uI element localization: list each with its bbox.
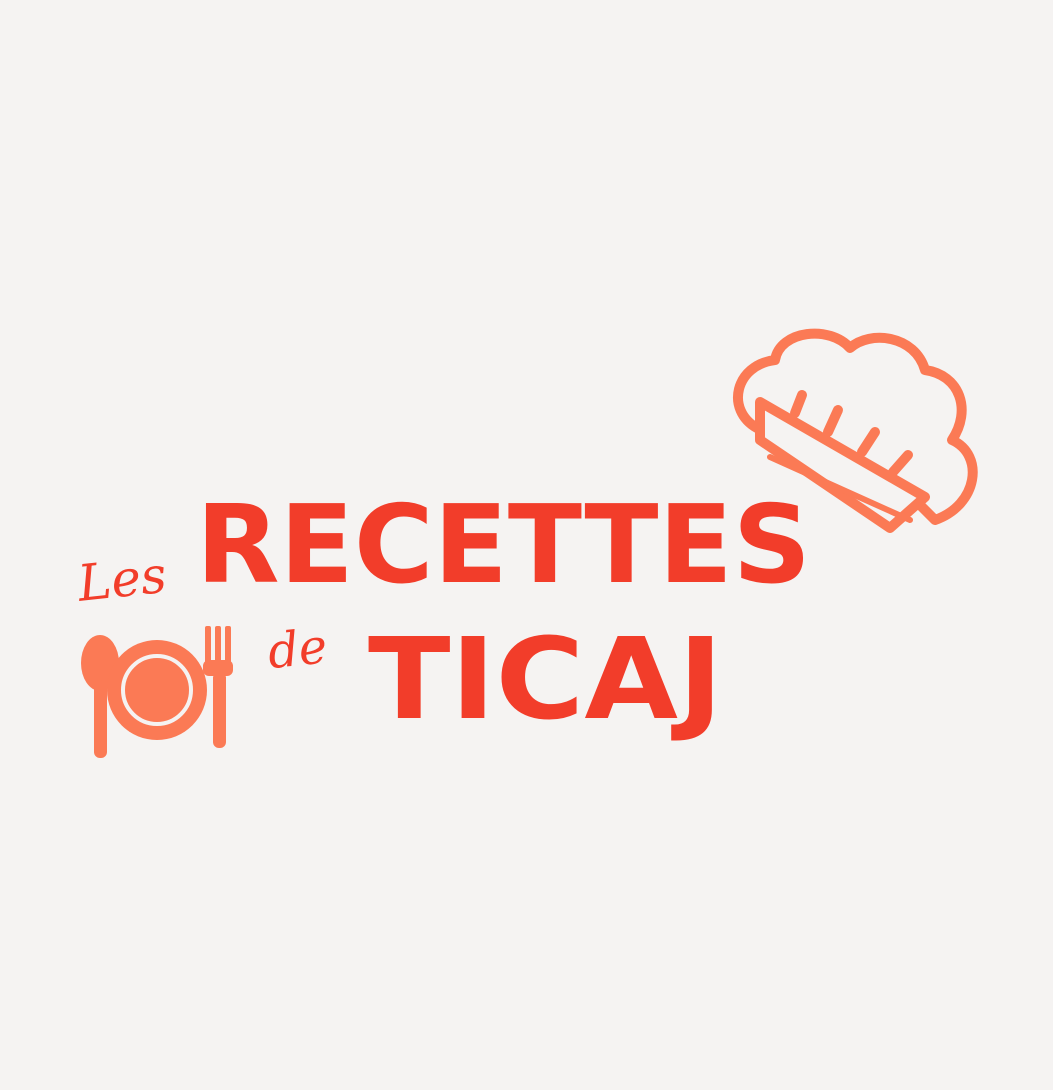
logo-word-ticaj: TICAJ <box>368 615 723 745</box>
logo-word-de: de <box>265 618 330 680</box>
brand-logo: Les RECETTES de TICAJ <box>74 328 978 758</box>
logo-word-les: Les <box>74 546 169 613</box>
page: Les RECETTES de TICAJ <box>0 0 1053 1090</box>
tableware-icon <box>81 626 233 758</box>
fork-icon <box>203 626 233 748</box>
logo-word-recettes: RECETTES <box>196 483 811 608</box>
plate-icon <box>107 640 207 740</box>
